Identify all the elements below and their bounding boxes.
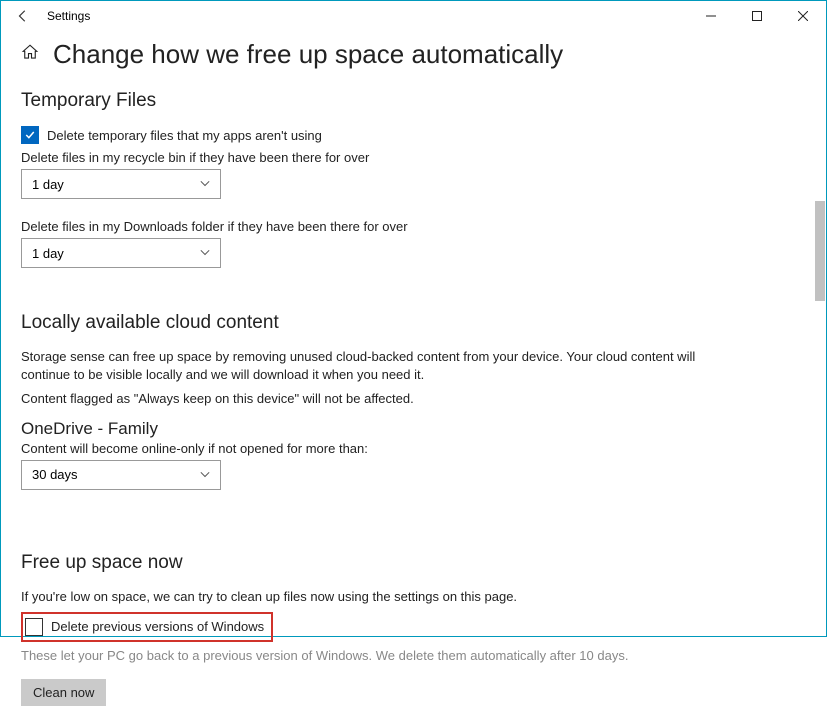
downloads-label: Delete files in my Downloads folder if t… [21, 219, 806, 234]
window-controls [688, 1, 826, 31]
freeup-hint: These let your PC go back to a previous … [21, 648, 806, 663]
cloud-heading: Locally available cloud content [21, 312, 806, 334]
chevron-down-icon [200, 175, 210, 193]
delete-prev-versions-checkbox[interactable] [25, 618, 43, 636]
back-button[interactable] [9, 2, 37, 30]
delete-prev-versions-label: Delete previous versions of Windows [51, 619, 264, 634]
delete-prev-versions-row: Delete previous versions of Windows [21, 612, 273, 642]
close-button[interactable] [780, 1, 826, 31]
downloads-value: 1 day [32, 246, 64, 261]
recycle-bin-value: 1 day [32, 177, 64, 192]
cloud-desc-1: Storage sense can free up space by remov… [21, 348, 721, 384]
cloud-desc-2: Content flagged as "Always keep on this … [21, 390, 721, 408]
maximize-button[interactable] [734, 1, 780, 31]
clean-now-button[interactable]: Clean now [21, 679, 106, 706]
scrollbar[interactable] [815, 201, 825, 301]
onedrive-dropdown[interactable]: 30 days [21, 460, 221, 490]
onedrive-title: OneDrive - Family [21, 419, 806, 439]
temp-files-checkbox-label: Delete temporary files that my apps aren… [47, 128, 322, 143]
temp-files-heading: Temporary Files [21, 90, 806, 112]
freeup-heading: Free up space now [21, 552, 806, 574]
chevron-down-icon [200, 466, 210, 484]
window-title: Settings [47, 9, 90, 23]
onedrive-label: Content will become online-only if not o… [21, 441, 806, 456]
onedrive-value: 30 days [32, 467, 78, 482]
home-icon[interactable] [21, 43, 39, 66]
titlebar: Settings [1, 1, 826, 31]
minimize-button[interactable] [688, 1, 734, 31]
recycle-bin-label: Delete files in my recycle bin if they h… [21, 150, 806, 165]
chevron-down-icon [200, 244, 210, 262]
recycle-bin-dropdown[interactable]: 1 day [21, 169, 221, 199]
page-title: Change how we free up space automaticall… [53, 39, 563, 70]
downloads-dropdown[interactable]: 1 day [21, 238, 221, 268]
freeup-desc: If you're low on space, we can try to cl… [21, 588, 721, 606]
temp-files-checkbox[interactable] [21, 126, 39, 144]
